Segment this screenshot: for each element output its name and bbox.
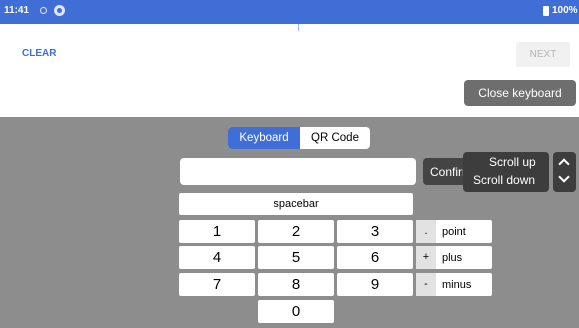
- plus-symbol: +: [416, 246, 436, 269]
- scroll-arrows: [553, 152, 576, 192]
- key-7[interactable]: 7: [179, 273, 255, 296]
- key-2[interactable]: 2: [258, 220, 334, 243]
- key-minus[interactable]: - minus: [416, 273, 492, 296]
- keyboard-entry-input[interactable]: [180, 158, 416, 185]
- tab-keyboard[interactable]: Keyboard: [228, 127, 300, 149]
- key-5[interactable]: 5: [258, 246, 334, 269]
- key-1[interactable]: 1: [179, 220, 255, 243]
- key-point[interactable]: . point: [416, 220, 492, 243]
- plus-label: plus: [442, 251, 463, 264]
- point-label: point: [442, 225, 466, 238]
- scroll-controls: Scroll up Scroll down: [463, 152, 549, 192]
- key-0[interactable]: 0: [258, 300, 334, 323]
- status-time: 11:41: [4, 5, 30, 16]
- scroll-down-button[interactable]: Scroll down: [473, 173, 535, 187]
- key-plus[interactable]: + plus: [416, 246, 492, 269]
- scroll-up-button[interactable]: Scroll up: [489, 155, 536, 169]
- spacebar-key[interactable]: spacebar: [179, 193, 413, 215]
- keyboard-panel: Keyboard QR Code Confirm Scroll up Scrol…: [0, 117, 579, 328]
- next-button[interactable]: NEXT: [516, 42, 570, 67]
- minus-label: minus: [442, 278, 472, 291]
- app-screen: 11:41 100% CLEAR NEXT Close keyboard Key…: [0, 0, 579, 328]
- key-9[interactable]: 9: [337, 273, 413, 296]
- keyboard-mode-tabs: Keyboard QR Code: [228, 127, 370, 149]
- battery-icon: [543, 6, 549, 16]
- notification-dot-icon: [40, 7, 47, 14]
- chevron-down-icon[interactable]: [558, 171, 570, 183]
- key-6[interactable]: 6: [337, 246, 413, 269]
- key-8[interactable]: 8: [258, 273, 334, 296]
- key-3[interactable]: 3: [337, 220, 413, 243]
- status-bar: 11:41 100%: [0, 0, 579, 24]
- point-symbol: .: [416, 220, 436, 243]
- close-keyboard-button[interactable]: Close keyboard: [464, 80, 576, 106]
- battery-percent: 100%: [552, 5, 578, 16]
- scroll-indicator: [298, 24, 299, 31]
- minus-symbol: -: [416, 273, 436, 296]
- clear-button[interactable]: CLEAR: [22, 48, 56, 59]
- record-icon: [54, 5, 65, 16]
- key-4[interactable]: 4: [179, 246, 255, 269]
- chevron-up-icon[interactable]: [558, 158, 570, 170]
- tab-qr-code[interactable]: QR Code: [300, 127, 370, 149]
